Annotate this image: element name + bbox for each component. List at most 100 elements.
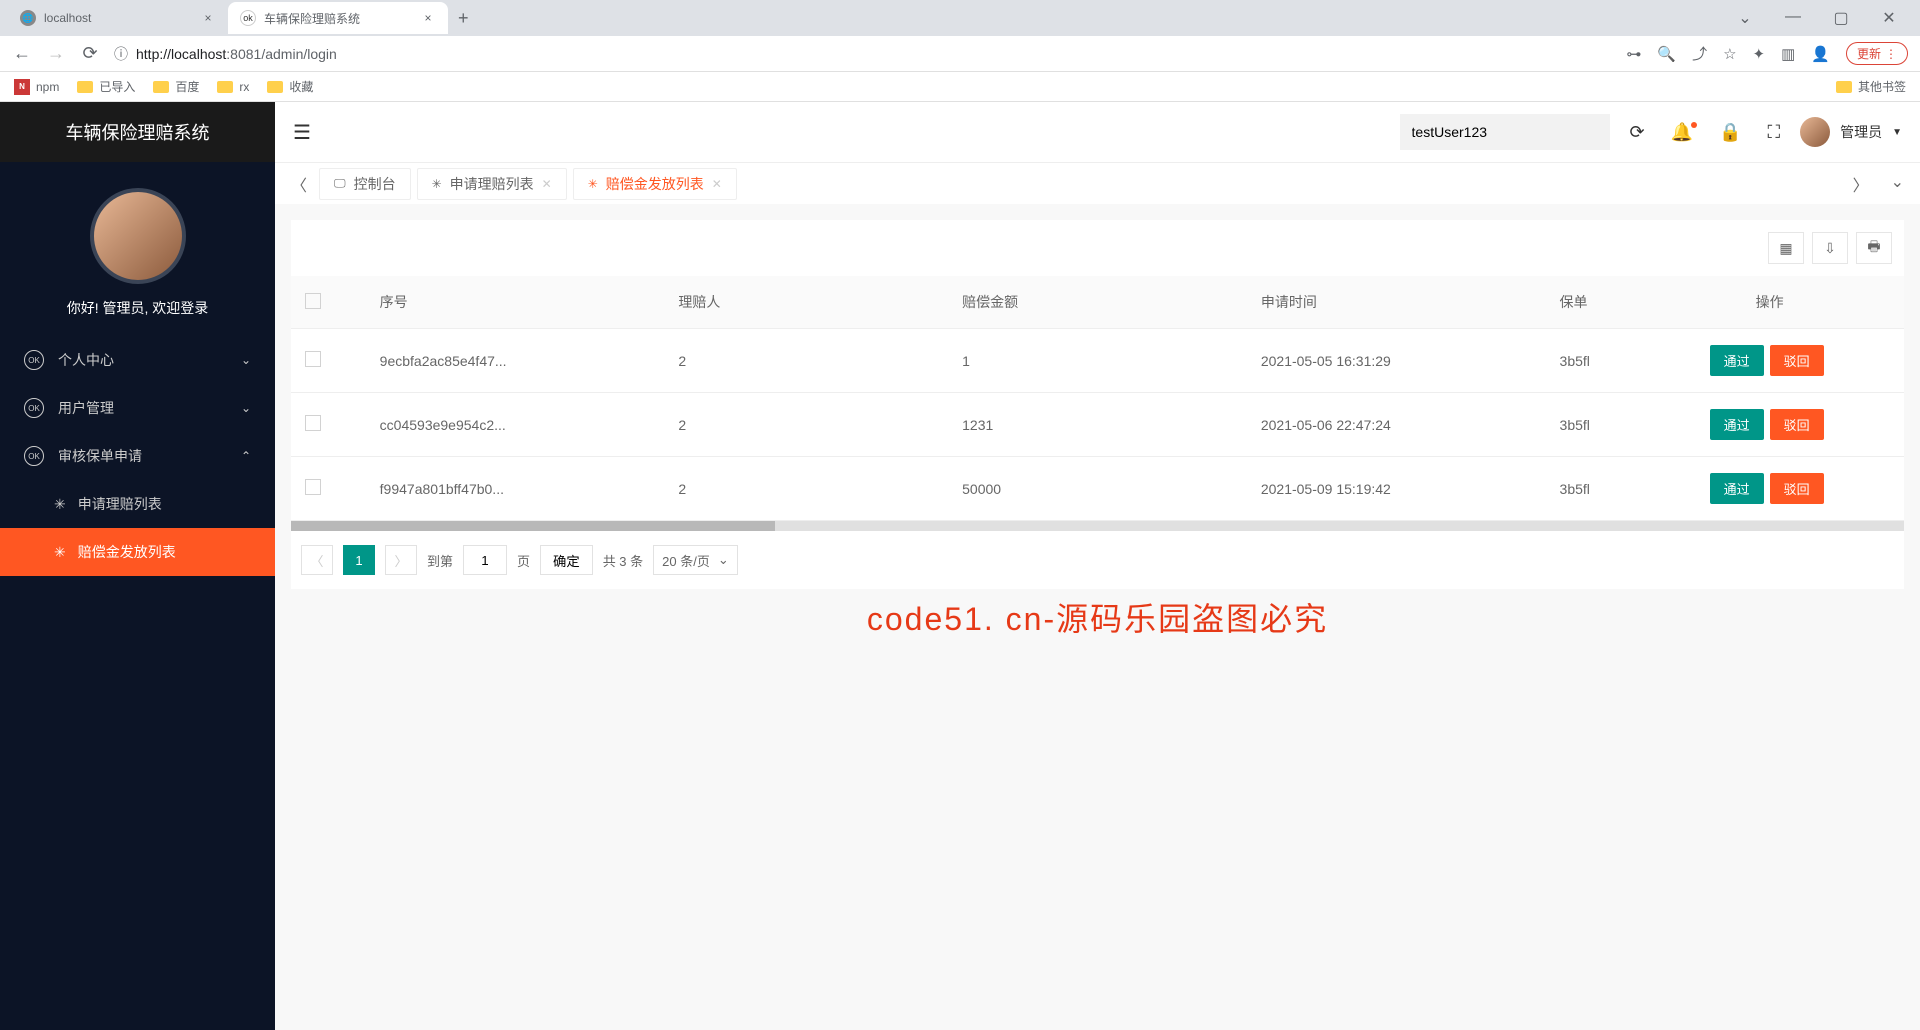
reload-button[interactable]: ⟳ — [80, 43, 100, 64]
header-seq: 序号 — [366, 276, 665, 329]
tab-label: 控制台 — [354, 174, 396, 194]
tab-label: 申请理赔列表 — [450, 174, 534, 194]
card-toolbar: ▦ ⇩ 🖶 — [291, 220, 1904, 276]
chevron-down-icon[interactable]: ⌄ — [1730, 8, 1760, 28]
asterisk-icon: ✳ — [54, 496, 66, 513]
address-bar: ← → ⟳ ⓘ http://localhost:8081/admin/logi… — [0, 36, 1920, 72]
close-icon[interactable]: ✕ — [542, 177, 552, 191]
approve-button[interactable]: 通过 — [1710, 473, 1764, 504]
submenu-apply-list[interactable]: ✳ 申请理赔列表 — [0, 480, 275, 528]
reject-button[interactable]: 驳回 — [1770, 409, 1824, 440]
bookmark-npm[interactable]: Nnpm — [14, 79, 59, 95]
avatar — [90, 188, 186, 284]
tab-console[interactable]: 🖵 控制台 — [319, 168, 411, 200]
menu-toggle-icon[interactable]: ☰ — [293, 120, 311, 145]
cell-person: 2 — [664, 393, 948, 457]
chevron-down-icon: ⌄ — [241, 353, 251, 367]
submenu-pay-list[interactable]: ✳ 赔偿金发放列表 — [0, 528, 275, 576]
bookmark-favorites[interactable]: 收藏 — [267, 78, 313, 95]
asterisk-icon: ✳ — [588, 177, 598, 191]
tabs-next-button[interactable]: 〉 — [1847, 172, 1875, 196]
export-button[interactable]: ⇩ — [1812, 232, 1848, 264]
close-window-icon[interactable]: ✕ — [1874, 8, 1904, 28]
cell-seq: 9ecbfa2ac85e4f47... — [366, 329, 665, 393]
other-bookmarks[interactable]: 其他书签 — [1836, 78, 1906, 95]
cell-amount: 50000 — [948, 457, 1247, 521]
chevron-down-icon: ⌄ — [718, 552, 729, 568]
new-tab-button[interactable]: + — [448, 8, 479, 29]
share-icon[interactable]: ⤴ — [1692, 43, 1707, 64]
horizontal-scrollbar[interactable] — [291, 521, 1904, 531]
key-icon[interactable]: ⊶ — [1626, 45, 1641, 63]
search-input[interactable] — [1400, 114, 1610, 150]
cell-time: 2021-05-09 15:19:42 — [1247, 457, 1546, 521]
browser-tab-2[interactable]: ok 车辆保险理赔系统 × — [228, 2, 448, 34]
approve-button[interactable]: 通过 — [1710, 409, 1764, 440]
tabs-menu-button[interactable]: ⌄ — [1885, 172, 1910, 196]
panel-icon[interactable]: ▥ — [1781, 45, 1795, 63]
extensions-icon[interactable]: ✦ — [1753, 45, 1766, 63]
maximize-icon[interactable]: ▢ — [1826, 8, 1856, 28]
close-icon[interactable]: × — [420, 11, 436, 25]
close-icon[interactable]: ✕ — [712, 177, 722, 191]
submenu-label: 申请理赔列表 — [78, 494, 162, 514]
refresh-icon[interactable]: ⟳ — [1624, 122, 1651, 143]
menu-personal[interactable]: OK 个人中心 ⌄ — [0, 336, 275, 384]
bookmark-baidu[interactable]: 百度 — [153, 78, 199, 95]
update-button[interactable]: 更新 ⋮ — [1846, 42, 1908, 65]
approve-button[interactable]: 通过 — [1710, 345, 1764, 376]
star-icon[interactable]: ☆ — [1723, 45, 1736, 63]
page-number-button[interactable]: 1 — [343, 545, 375, 575]
submenu-label: 赔偿金发放列表 — [78, 542, 176, 562]
row-checkbox[interactable] — [305, 479, 321, 495]
folder-icon — [217, 81, 233, 93]
header-person: 理赔人 — [664, 276, 948, 329]
tab-strip: 🌐 localhost × ok 车辆保险理赔系统 × + ⌄ — ▢ ✕ — [0, 0, 1920, 36]
bookmark-imported[interactable]: 已导入 — [77, 78, 135, 95]
menu-label: 个人中心 — [58, 350, 114, 370]
page-next-button[interactable]: 〉 — [385, 545, 417, 575]
goto-confirm-button[interactable]: 确定 — [540, 545, 593, 575]
url-input[interactable]: ⓘ http://localhost:8081/admin/login — [114, 44, 1612, 64]
circle-icon: OK — [24, 446, 44, 466]
per-page-select[interactable]: 20 条/页 ⌄ — [653, 545, 738, 575]
asterisk-icon: ✳ — [54, 544, 66, 561]
print-button[interactable]: 🖶 — [1856, 232, 1892, 264]
greeting-text: 你好! 管理员, 欢迎登录 — [0, 298, 275, 318]
columns-button[interactable]: ▦ — [1768, 232, 1804, 264]
forward-button[interactable]: → — [46, 43, 66, 64]
bookmark-rx[interactable]: rx — [217, 80, 249, 94]
cell-amount: 1 — [948, 329, 1247, 393]
select-all-checkbox[interactable] — [305, 293, 321, 309]
app-logo: 车辆保险理赔系统 — [0, 102, 275, 162]
menu-users[interactable]: OK 用户管理 ⌄ — [0, 384, 275, 432]
goto-page-input[interactable] — [463, 545, 507, 575]
menu-audit[interactable]: OK 审核保单申请 ⌃ — [0, 432, 275, 480]
browser-chrome: 🌐 localhost × ok 车辆保险理赔系统 × + ⌄ — ▢ ✕ ← … — [0, 0, 1920, 102]
fullscreen-icon[interactable]: ⛶ — [1761, 122, 1786, 143]
page-prev-button[interactable]: 〈 — [301, 545, 333, 575]
user-menu[interactable]: 管理员 ▼ — [1800, 117, 1902, 147]
close-icon[interactable]: × — [200, 11, 216, 25]
tab-apply-list[interactable]: ✳ 申请理赔列表 ✕ — [417, 168, 567, 200]
table-header-row: 序号 理赔人 赔偿金额 申请时间 保单 操作 — [291, 276, 1904, 329]
tabs-prev-button[interactable]: 〈 — [285, 172, 313, 196]
bell-icon[interactable]: 🔔 — [1665, 122, 1699, 143]
browser-tab-1[interactable]: 🌐 localhost × — [8, 2, 228, 34]
minimize-icon[interactable]: — — [1778, 8, 1808, 28]
goto-suffix: 页 — [517, 551, 530, 570]
favicon-icon: ok — [240, 10, 256, 26]
cell-policy: 3b5fl — [1546, 329, 1636, 393]
zoom-icon[interactable]: 🔍 — [1657, 45, 1676, 63]
reject-button[interactable]: 驳回 — [1770, 473, 1824, 504]
back-button[interactable]: ← — [12, 43, 32, 64]
topbar: ☰ ⟳ 🔔 🔒 ⛶ 管理员 ▼ — [275, 102, 1920, 162]
scrollbar-thumb[interactable] — [291, 521, 775, 531]
row-checkbox[interactable] — [305, 351, 321, 367]
profile-icon[interactable]: 👤 — [1811, 45, 1830, 63]
reject-button[interactable]: 驳回 — [1770, 345, 1824, 376]
total-label: 共 3 条 — [603, 551, 643, 570]
row-checkbox[interactable] — [305, 415, 321, 431]
lock-icon[interactable]: 🔒 — [1713, 122, 1747, 143]
tab-pay-list[interactable]: ✳ 赔偿金发放列表 ✕ — [573, 168, 737, 200]
